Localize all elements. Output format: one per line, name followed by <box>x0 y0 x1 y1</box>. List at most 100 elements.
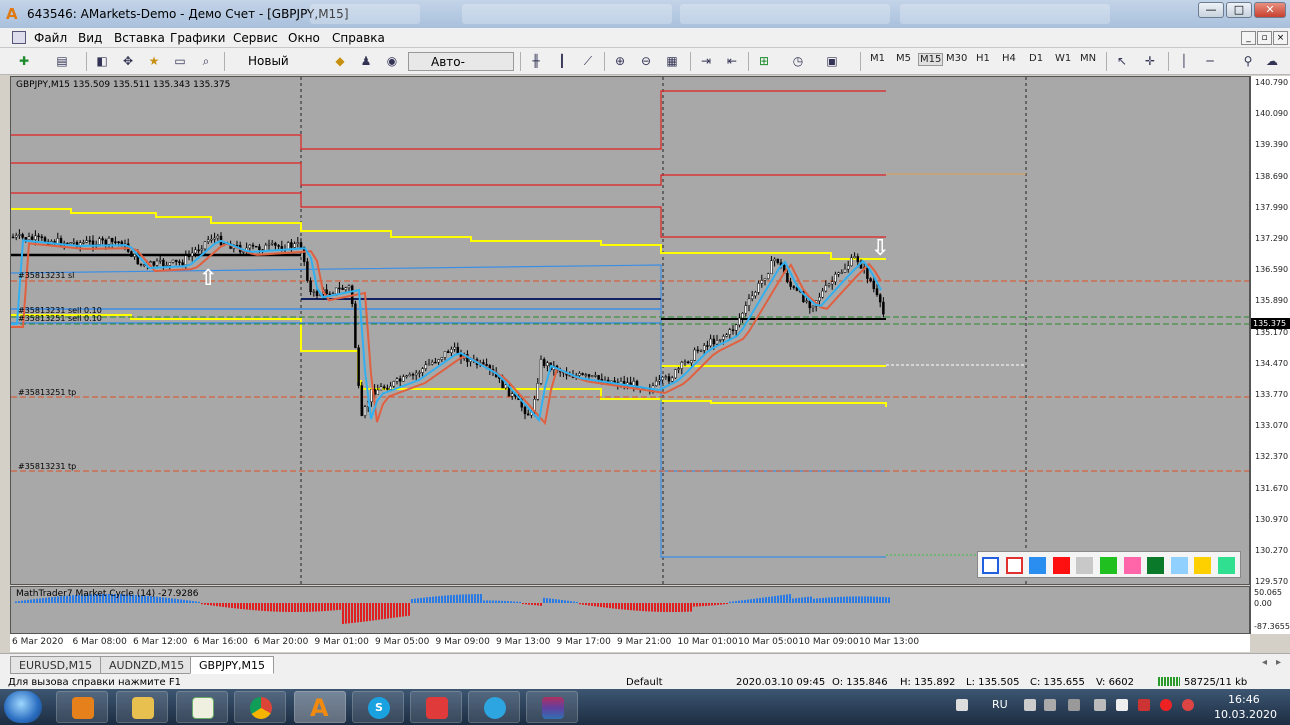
network-icon[interactable] <box>1068 699 1080 711</box>
chart-shift-icon[interactable]: ⇤ <box>722 52 742 71</box>
signals-icon[interactable]: ♟ <box>356 52 376 71</box>
menu-window[interactable]: Окно <box>288 31 320 45</box>
timeframe-m15[interactable]: M15 <box>918 53 944 66</box>
favorites-icon[interactable]: ★ <box>144 52 164 71</box>
indicator-bar <box>720 603 722 605</box>
color-swatch[interactable] <box>1052 557 1070 574</box>
tile-windows-icon[interactable]: ▦ <box>662 52 682 71</box>
horizontal-line-icon[interactable]: ─ <box>1200 52 1220 71</box>
candlestick-icon[interactable]: ┃ <box>552 52 572 71</box>
timeframe-mn[interactable]: MN <box>1080 53 1096 64</box>
volume-icon[interactable] <box>1024 699 1036 711</box>
tab-audnzd[interactable]: AUDNZD,M15 <box>100 656 194 674</box>
tab-scroll-right-icon[interactable]: ▸ <box>1276 657 1281 668</box>
taskbar-skype[interactable]: S <box>352 691 404 723</box>
time-axis-label: 9 Mar 13:00 <box>496 637 551 647</box>
clock-date[interactable]: 10.03.2020 <box>1214 708 1277 721</box>
color-swatch[interactable] <box>1147 557 1165 574</box>
taskbar-chrome[interactable] <box>234 691 286 723</box>
timeframe-h4[interactable]: H4 <box>1002 53 1016 64</box>
start-button[interactable] <box>4 691 42 723</box>
chart-window-icon[interactable] <box>12 31 26 44</box>
color-swatch[interactable] <box>1100 557 1117 574</box>
tab-gbpjpy[interactable]: GBPJPY,M15 <box>190 656 275 674</box>
new-order-button[interactable]: Новый ордер <box>230 52 322 86</box>
color-swatch[interactable] <box>1194 557 1212 574</box>
autoscroll-icon[interactable]: ⇥ <box>696 52 716 71</box>
line-chart-icon[interactable]: ⟋ <box>578 52 598 71</box>
language-indicator[interactable]: RU <box>992 698 1008 711</box>
close-button[interactable]: ✕ <box>1254 2 1286 18</box>
pen-tray-icon[interactable] <box>956 699 968 711</box>
periods-icon[interactable]: ◷ <box>788 52 808 71</box>
mdi-close-button[interactable]: × <box>1273 31 1288 45</box>
new-chart-icon[interactable]: ✚ <box>14 52 34 71</box>
terminal-icon[interactable]: ▭ <box>170 52 190 71</box>
taskbar-trading-terminal[interactable] <box>176 691 228 723</box>
color-swatch[interactable] <box>1076 557 1094 574</box>
taskbar-amarkets[interactable]: A <box>294 691 346 723</box>
tab-eurusd[interactable]: EURUSD,M15 <box>10 656 102 674</box>
taskbar-file-explorer[interactable] <box>116 691 168 723</box>
taskbar-telegram[interactable] <box>468 691 520 723</box>
color-swatch[interactable] <box>1029 557 1047 574</box>
mdi-minimize-button[interactable]: _ <box>1241 31 1256 45</box>
chat-icon[interactable]: ☁ <box>1262 52 1282 71</box>
candle-body <box>830 281 834 285</box>
strategy-tester-icon[interactable]: ⌕ <box>196 52 216 71</box>
timeframe-m5[interactable]: M5 <box>896 53 911 64</box>
toolbar-separator <box>224 52 225 71</box>
opera-icon[interactable] <box>1160 699 1172 711</box>
signal-icon[interactable] <box>1094 699 1106 711</box>
tab-scroll-left-icon[interactable]: ◂ <box>1262 657 1267 668</box>
templates-icon[interactable]: ▣ <box>822 52 842 71</box>
taskbar-media-player[interactable] <box>56 691 108 723</box>
timeframe-h1[interactable]: H1 <box>976 53 990 64</box>
color-swatch[interactable] <box>982 557 999 574</box>
mdi-restore-button[interactable]: ▫ <box>1257 31 1272 45</box>
search-icon[interactable]: ⚲ <box>1238 52 1258 71</box>
color-swatch[interactable] <box>1005 557 1023 574</box>
taskbar-analyzer[interactable] <box>410 691 462 723</box>
cursor-icon[interactable]: ↖ <box>1112 52 1132 71</box>
indicator-bar <box>756 598 758 603</box>
auto-trading-button[interactable]: Авто-торговля <box>408 52 514 87</box>
price-chart[interactable]: ⇧ ⇩ <box>10 76 1250 585</box>
candle-body <box>338 287 341 290</box>
tray-red-icon[interactable] <box>1182 699 1194 711</box>
usb-icon[interactable] <box>1044 699 1056 711</box>
color-swatch[interactable] <box>1123 557 1141 574</box>
clock-time[interactable]: 16:46 <box>1228 693 1260 706</box>
timeframe-m30[interactable]: M30 <box>946 53 967 64</box>
tray-app-icon[interactable] <box>1116 699 1128 711</box>
menu-help[interactable]: Справка <box>332 31 385 45</box>
indicators-icon[interactable]: ⊞ <box>754 52 774 71</box>
timeframe-m1[interactable]: M1 <box>870 53 885 64</box>
zoom-out-icon[interactable]: ⊖ <box>636 52 656 71</box>
vertical-line-icon[interactable]: │ <box>1174 52 1194 71</box>
taskbar-winrar[interactable] <box>526 691 578 723</box>
menu-file[interactable]: Файл <box>34 31 67 45</box>
indicator-bar <box>285 603 287 612</box>
metaeditor-icon[interactable]: ◆ <box>330 52 350 71</box>
color-swatch[interactable] <box>1170 557 1188 574</box>
indicator-bar <box>375 603 377 621</box>
antivirus-icon[interactable] <box>1138 699 1150 711</box>
minimize-button[interactable]: — <box>1198 2 1224 18</box>
timeframe-d1[interactable]: D1 <box>1029 53 1043 64</box>
market-watch-icon[interactable]: ◧ <box>92 52 112 71</box>
timeframe-w1[interactable]: W1 <box>1055 53 1071 64</box>
menu-charts[interactable]: Графики <box>170 31 225 45</box>
bar-chart-icon[interactable]: ╫ <box>526 52 546 71</box>
menu-view[interactable]: Вид <box>78 31 102 45</box>
status-high: H: 135.892 <box>900 677 956 688</box>
crosshair-icon[interactable]: ✛ <box>1140 52 1160 71</box>
market-icon[interactable]: ◉ <box>382 52 402 71</box>
menu-insert[interactable]: Вставка <box>114 31 165 45</box>
maximize-button[interactable]: □ <box>1226 2 1252 18</box>
navigator-icon[interactable]: ✥ <box>118 52 138 71</box>
color-swatch[interactable] <box>1218 557 1235 574</box>
menu-tools[interactable]: Сервис <box>233 31 278 45</box>
zoom-in-icon[interactable]: ⊕ <box>610 52 630 71</box>
profiles-icon[interactable]: ▤ <box>52 52 72 71</box>
